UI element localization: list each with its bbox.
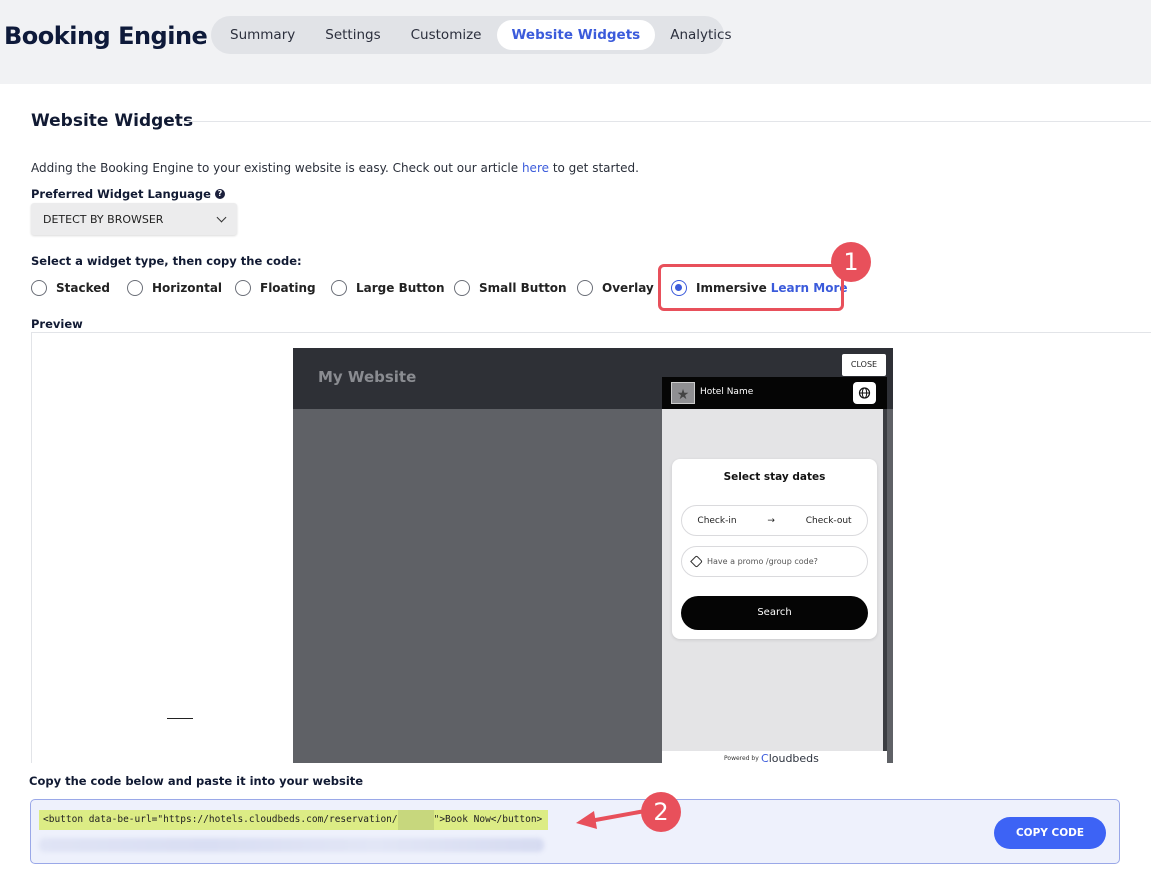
help-icon[interactable]: ? xyxy=(214,189,225,199)
close-button[interactable]: CLOSE xyxy=(842,354,886,376)
top-bar: Booking Engine Summary Settings Customiz… xyxy=(0,0,1151,84)
radio-overlay[interactable]: Overlay xyxy=(577,280,654,296)
embed-code-end: ">Book Now</button> xyxy=(433,814,543,825)
language-select-value: DETECT BY BROWSER xyxy=(43,212,164,226)
preview-frame: My Website CLOSE ★ Hotel Name Select sta… xyxy=(31,332,1151,763)
language-label: Preferred Widget Language ? xyxy=(31,187,225,201)
stay-dates-card: Select stay dates Check-in → Check-out H… xyxy=(672,459,877,639)
radio-circle[interactable] xyxy=(31,280,47,296)
date-range-picker[interactable]: Check-in → Check-out xyxy=(681,505,868,536)
stay-dates-title: Select stay dates xyxy=(723,471,826,483)
section-divider xyxy=(182,121,1151,122)
radio-label: Floating xyxy=(260,281,316,295)
radio-label: Small Button xyxy=(479,281,567,295)
callout-highlight-box xyxy=(658,264,844,311)
cloudbeds-logo-mark: C xyxy=(761,752,769,763)
embed-code-start: <button data-be-url="https://hotels.clou… xyxy=(43,814,398,825)
powered-by-text: Powered by xyxy=(724,755,759,762)
tag-icon xyxy=(690,555,703,568)
embed-code-line[interactable]: <button data-be-url="https://hotels.clou… xyxy=(39,810,549,830)
intro-text: Adding the Booking Engine to your existi… xyxy=(31,161,639,175)
radio-circle[interactable] xyxy=(331,280,347,296)
widget-header: ★ Hotel Name xyxy=(662,377,887,409)
copy-code-label: Copy the code below and paste it into yo… xyxy=(29,774,364,788)
intro-text-before: Adding the Booking Engine to your existi… xyxy=(31,161,522,175)
check-in-field[interactable]: Check-in xyxy=(697,516,736,526)
promo-code-input[interactable]: Have a promo /group code? xyxy=(681,546,868,577)
language-select[interactable]: DETECT BY BROWSER xyxy=(31,203,237,235)
radio-label: Large Button xyxy=(356,281,445,295)
radio-circle[interactable] xyxy=(577,280,593,296)
intro-text-after: to get started. xyxy=(549,161,639,175)
radio-small-button[interactable]: Small Button xyxy=(454,280,567,296)
tab-bar: Summary Settings Customize Website Widge… xyxy=(211,16,732,54)
cloudbeds-logo-text: loudbeds xyxy=(768,752,819,763)
radio-floating[interactable]: Floating xyxy=(235,280,316,296)
radio-circle[interactable] xyxy=(235,280,251,296)
check-out-field[interactable]: Check-out xyxy=(806,516,852,526)
tab-website-widgets[interactable]: Website Widgets xyxy=(496,20,656,50)
powered-by-footer: Powered by Cloudbeds xyxy=(662,751,887,763)
radio-horizontal[interactable]: Horizontal xyxy=(127,280,222,296)
widget-type-label: Select a widget type, then copy the code… xyxy=(31,254,302,268)
booking-widget-panel: ★ Hotel Name Select stay dates Check-in … xyxy=(662,377,887,763)
tab-settings[interactable]: Settings xyxy=(310,20,395,50)
hotel-name: Hotel Name xyxy=(700,387,754,397)
preview-dash xyxy=(167,718,193,719)
arrow-right-icon: → xyxy=(767,515,775,526)
preview-label: Preview xyxy=(31,317,83,331)
tab-analytics[interactable]: Analytics xyxy=(655,20,746,50)
mock-website: My Website CLOSE ★ Hotel Name Select sta… xyxy=(293,348,893,763)
callout-arrow-left-icon xyxy=(576,809,647,829)
section-title: Website Widgets xyxy=(31,111,194,131)
article-link[interactable]: here xyxy=(522,161,549,175)
redacted-property-id xyxy=(397,810,434,830)
globe-icon xyxy=(858,387,871,399)
mock-website-title: My Website xyxy=(318,368,417,386)
callout-badge-1: 1 xyxy=(831,242,871,282)
blurred-code-line xyxy=(39,838,544,852)
hotel-logo-star-icon: ★ xyxy=(671,382,695,404)
promo-placeholder: Have a promo /group code? xyxy=(707,557,818,566)
chevron-down-icon xyxy=(216,212,227,222)
search-button[interactable]: Search xyxy=(681,596,868,630)
radio-label: Stacked xyxy=(56,281,110,295)
language-label-text: Preferred Widget Language xyxy=(31,187,211,201)
radio-label: Horizontal xyxy=(152,281,223,295)
copy-code-button[interactable]: COPY CODE xyxy=(994,817,1106,849)
radio-large-button[interactable]: Large Button xyxy=(331,280,445,296)
radio-circle[interactable] xyxy=(127,280,143,296)
tab-customize[interactable]: Customize xyxy=(396,20,497,50)
radio-circle[interactable] xyxy=(454,280,470,296)
callout-badge-2: 2 xyxy=(641,792,681,832)
language-globe-button[interactable] xyxy=(853,382,876,404)
app-title: Booking Engine xyxy=(4,22,208,50)
radio-label: Overlay xyxy=(602,281,654,295)
cloudbeds-logo: Cloudbeds xyxy=(761,752,819,763)
radio-stacked[interactable]: Stacked xyxy=(31,280,110,296)
tab-summary[interactable]: Summary xyxy=(215,20,310,50)
